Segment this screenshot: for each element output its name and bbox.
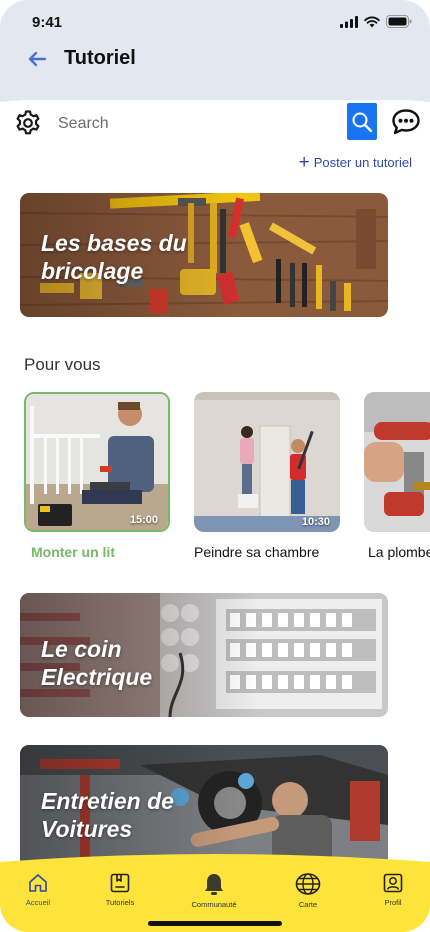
status-time: 9:41 bbox=[32, 14, 63, 31]
video-thumbnail bbox=[26, 394, 168, 530]
post-tutorial-label: Poster un tutoriel bbox=[313, 155, 412, 170]
nav-label: Carte bbox=[298, 900, 318, 909]
for-you-title: Pour vous bbox=[24, 355, 101, 374]
tutorials-icon bbox=[110, 873, 130, 893]
video-card-la-plomberie[interactable] bbox=[364, 392, 430, 532]
chat-button[interactable] bbox=[391, 108, 421, 136]
home-indicator bbox=[148, 921, 282, 926]
video-card-peindre-sa-chambre[interactable]: 10:30 bbox=[194, 392, 340, 532]
nav-label: Accueil bbox=[25, 898, 51, 907]
home-icon bbox=[29, 874, 47, 892]
banner-title: Les bases du bricolage bbox=[41, 230, 187, 284]
nav-item-map[interactable]: Carte bbox=[273, 872, 343, 909]
search-button[interactable] bbox=[347, 103, 377, 140]
banner-title: Le coin Electrique bbox=[41, 636, 153, 690]
signal-icon bbox=[340, 15, 358, 28]
search-input[interactable] bbox=[54, 108, 340, 140]
nav-label: Communauté bbox=[191, 900, 237, 909]
banner-title: Entretien de Voitures bbox=[41, 788, 174, 842]
globe-icon bbox=[295, 873, 321, 895]
nav-item-tutorials[interactable]: Tutoriels bbox=[85, 872, 155, 907]
video-duration: 15:00 bbox=[129, 514, 158, 526]
nav-item-home[interactable]: Accueil bbox=[3, 872, 73, 907]
banner-diy-basics[interactable]: Les bases du bricolage bbox=[20, 193, 388, 317]
plus-icon: + bbox=[298, 151, 310, 173]
bell-icon bbox=[205, 874, 223, 895]
banner-electrical[interactable]: Le coin Electrique bbox=[20, 593, 388, 717]
nav-label: Tutoriels bbox=[105, 898, 135, 907]
battery-icon bbox=[386, 15, 412, 28]
video-card-monter-un-lit[interactable]: 15:00 bbox=[24, 392, 170, 532]
video-label-la-plomberie[interactable]: La plomberie bbox=[368, 544, 430, 560]
gear-icon bbox=[16, 110, 40, 135]
search-icon bbox=[352, 112, 373, 132]
back-button[interactable] bbox=[24, 46, 50, 72]
settings-button[interactable] bbox=[14, 109, 42, 137]
status-icons bbox=[340, 15, 412, 28]
video-label-monter-un-lit[interactable]: Monter un lit bbox=[31, 544, 115, 560]
back-arrow-icon bbox=[28, 51, 47, 67]
profile-icon bbox=[383, 873, 403, 893]
chat-bubble-icon bbox=[392, 109, 420, 135]
nav-item-community[interactable]: Communauté bbox=[179, 872, 249, 909]
video-label-peindre-sa-chambre[interactable]: Peindre sa chambre bbox=[194, 544, 319, 560]
page-title: Tutoriel bbox=[64, 47, 136, 69]
post-tutorial-link[interactable]: + Poster un tutoriel bbox=[298, 151, 412, 173]
video-duration: 10:30 bbox=[301, 516, 330, 528]
wifi-icon bbox=[364, 16, 380, 27]
nav-label: Profil bbox=[384, 898, 402, 907]
video-thumbnail bbox=[364, 392, 430, 532]
app-screen: 9:41 Tutoriel Search + Poster un tutorie… bbox=[0, 0, 430, 932]
video-thumbnail bbox=[194, 392, 340, 532]
nav-item-profile[interactable]: Profil bbox=[358, 872, 428, 907]
